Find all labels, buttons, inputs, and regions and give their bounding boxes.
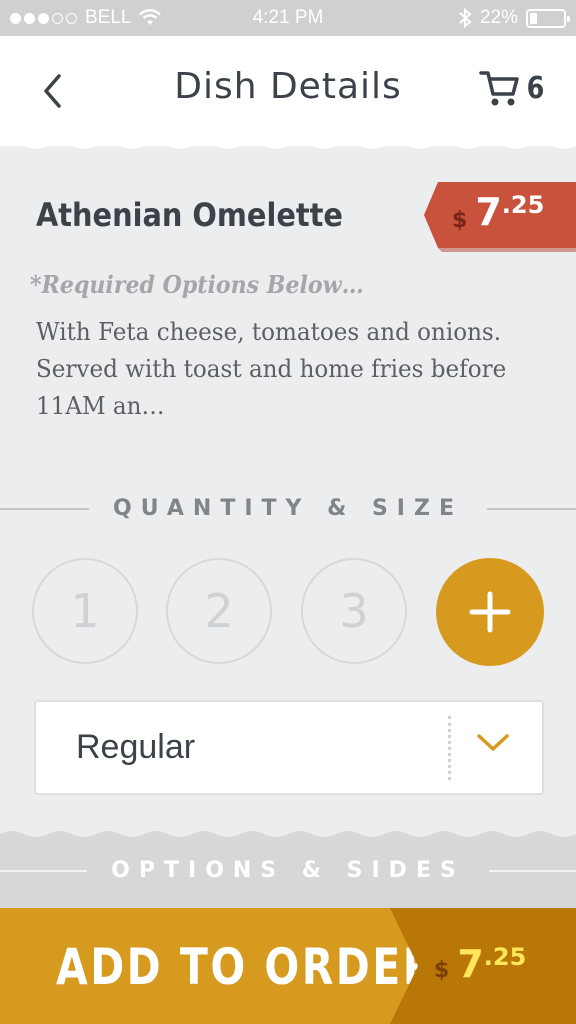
dish-description: With Feta cheese, tomatoes and onions. S… — [36, 318, 507, 420]
plus-icon — [469, 591, 511, 633]
battery-percent: 22% — [479, 7, 518, 28]
divider-line — [0, 507, 89, 510]
size-dropdown[interactable]: Regular — [34, 700, 544, 795]
quantity-more-button[interactable] — [436, 558, 544, 666]
battery-level — [530, 12, 538, 24]
price-dollars: 7 — [475, 190, 502, 234]
divider-line — [0, 869, 88, 872]
quantity-option-1[interactable]: 1 — [32, 558, 138, 664]
add-to-order-label: ADD TO ORDER — [56, 938, 437, 996]
dish-price: $ 7 .25 — [452, 190, 544, 234]
dish-name: Athenian Omelette — [36, 196, 343, 234]
required-options-note: *Required Options Below… — [30, 270, 364, 299]
options-sides-section[interactable]: OPTIONS & SIDES — [0, 838, 576, 908]
status-right: 22% — [458, 7, 570, 29]
battery-icon — [526, 8, 570, 28]
price-cents: .25 — [501, 191, 545, 219]
add-price-currency: $ — [434, 958, 450, 983]
cart-icon — [479, 71, 519, 106]
quantity-section-label: QUANTITY & SIZE — [113, 496, 463, 521]
price-currency: $ — [452, 208, 468, 233]
divider-line — [488, 869, 576, 872]
dropdown-divider — [448, 716, 451, 780]
divider-line — [486, 507, 576, 510]
add-price-cents: .25 — [483, 943, 527, 971]
status-bar: BELL 4:21 PM 22% — [0, 0, 576, 36]
quantity-section-header: QUANTITY & SIZE — [0, 496, 576, 521]
size-selected-value: Regular — [76, 728, 196, 766]
options-section-label: OPTIONS & SIDES — [111, 858, 465, 883]
add-to-order-price: $ 7 .25 — [434, 942, 526, 986]
quantity-option-3[interactable]: 3 — [301, 558, 407, 664]
nav-header: Dish Details 6 — [0, 36, 576, 146]
chevron-down-icon — [477, 734, 509, 751]
options-section-header: OPTIONS & SIDES — [0, 858, 576, 883]
cart-count-badge: 6 — [526, 70, 545, 106]
quantity-selector: 1 2 3 — [32, 558, 544, 666]
header-wave-divider — [0, 140, 576, 149]
quantity-option-2[interactable]: 2 — [166, 558, 272, 664]
bluetooth-icon — [459, 7, 472, 29]
add-price-dollars: 7 — [457, 942, 484, 986]
cart-button[interactable]: 6 — [479, 68, 546, 108]
